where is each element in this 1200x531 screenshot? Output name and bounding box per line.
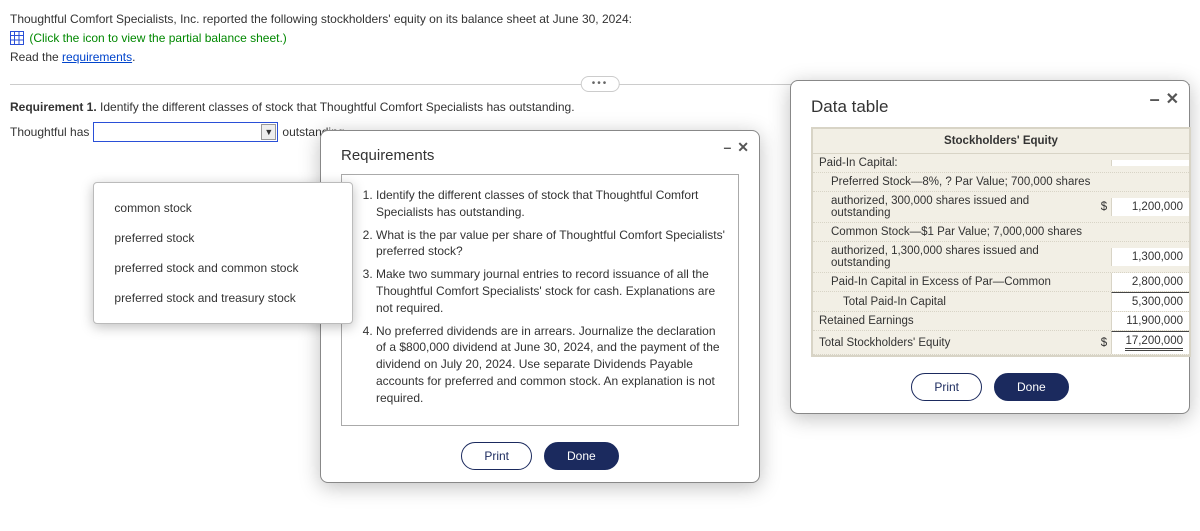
stock-class-dropdown[interactable] — [93, 122, 278, 142]
minimize-icon[interactable]: – — [1150, 89, 1160, 110]
blank-before: Thoughtful has — [10, 125, 89, 139]
read-period: . — [132, 50, 135, 64]
dropdown-option[interactable]: common stock — [94, 193, 352, 223]
done-button[interactable]: Done — [544, 442, 619, 470]
view-balance-sheet-link[interactable]: (Click the icon to view the partial bala… — [29, 31, 286, 45]
ellipsis-toggle[interactable]: ••• — [581, 76, 620, 92]
row-common-b: authorized, 1,300,000 shares issued and … — [813, 242, 1097, 272]
amt-tse: 17,200,000 — [1111, 331, 1189, 354]
row-total-pic: Total Paid-In Capital — [813, 293, 1097, 311]
chevron-down-icon[interactable]: ▼ — [261, 124, 276, 140]
minimize-icon[interactable]: – — [723, 139, 731, 156]
row-common-a: Common Stock—$1 Par Value; 7,000,000 sha… — [813, 223, 1097, 241]
dollar-sign: $ — [1097, 337, 1111, 349]
table-icon[interactable] — [10, 31, 24, 45]
amt-re: 11,900,000 — [1111, 312, 1189, 330]
dropdown-option[interactable]: preferred stock and common stock — [94, 253, 352, 283]
data-table-popup: – ✕ Data table Stockholders' Equity Paid… — [790, 80, 1190, 414]
close-icon[interactable]: ✕ — [737, 139, 749, 156]
row-preferred-b: authorized, 300,000 shares issued and ou… — [813, 192, 1097, 222]
row-retained-earnings: Retained Earnings — [813, 312, 1097, 330]
requirement-item: No preferred dividends are in arrears. J… — [376, 323, 726, 407]
requirements-link[interactable]: requirements — [62, 50, 132, 64]
row-total-se: Total Stockholders' Equity — [813, 334, 1097, 352]
row-apic: Paid-In Capital in Excess of Par—Common — [813, 273, 1097, 291]
equity-table: Stockholders' Equity Paid-In Capital: Pr… — [811, 127, 1191, 357]
intro-line: Thoughtful Comfort Specialists, Inc. rep… — [10, 10, 1190, 29]
amt-common: 1,300,000 — [1111, 248, 1189, 266]
dropdown-option[interactable]: preferred stock and treasury stock — [94, 283, 352, 313]
print-button[interactable]: Print — [461, 442, 532, 470]
requirements-popup: – ✕ Requirements Identify the different … — [320, 130, 760, 483]
dollar-sign: $ — [1097, 201, 1111, 213]
dropdown-option[interactable]: preferred stock — [94, 223, 352, 253]
requirement-text: Identify the different classes of stock … — [97, 100, 575, 114]
row-preferred-a: Preferred Stock—8%, ? Par Value; 700,000… — [813, 173, 1097, 191]
done-button[interactable]: Done — [994, 373, 1069, 401]
requirement-number: Requirement 1. — [10, 100, 97, 114]
amt-preferred: 1,200,000 — [1111, 198, 1189, 216]
close-icon[interactable]: ✕ — [1166, 89, 1179, 110]
print-button[interactable]: Print — [911, 373, 982, 401]
dropdown-menu: common stock preferred stock preferred s… — [93, 182, 353, 324]
popup-title: Data table — [811, 97, 1169, 117]
requirement-item: What is the par value per share of Thoug… — [376, 227, 726, 261]
popup-title: Requirements — [341, 147, 739, 164]
read-prefix: Read the — [10, 50, 62, 64]
requirement-item: Identify the different classes of stock … — [376, 187, 726, 221]
amt-apic: 2,800,000 — [1111, 273, 1189, 291]
table-heading: Stockholders' Equity — [813, 129, 1189, 154]
amt-total-pic: 5,300,000 — [1111, 292, 1189, 311]
row-paid-in-capital: Paid-In Capital: — [813, 154, 1097, 172]
requirement-item: Make two summary journal entries to reco… — [376, 266, 726, 316]
